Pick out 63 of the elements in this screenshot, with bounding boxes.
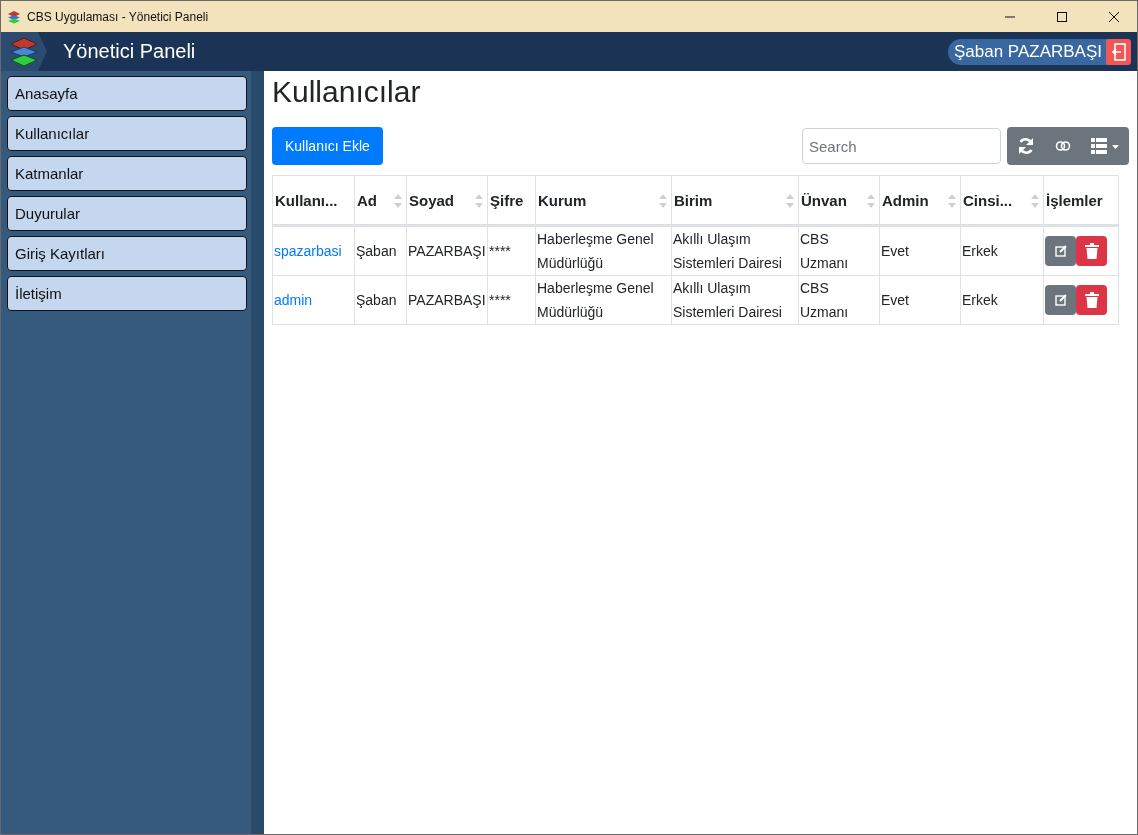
add-user-button[interactable]: Kullanıcı Ekle bbox=[272, 127, 383, 165]
table-cell: Akıllı Ulaşım Sistemleri Dairesi bbox=[671, 225, 799, 276]
table-cell: Erkek bbox=[960, 275, 1044, 325]
table-cell: Şaban bbox=[354, 225, 407, 276]
page-title: Kullanıcılar bbox=[272, 75, 422, 110]
column-header: Kullanı... bbox=[272, 175, 355, 226]
header-title: Yönetici Paneli bbox=[63, 40, 197, 63]
table-cell: **** bbox=[487, 275, 536, 325]
table-cell: CBS Uzmanı bbox=[798, 225, 880, 276]
sort-icon bbox=[867, 194, 875, 208]
refresh-icon bbox=[1017, 137, 1035, 155]
trash-icon bbox=[1084, 243, 1099, 259]
sidebar-item[interactable]: Duyurular bbox=[7, 196, 247, 231]
delete-button[interactable] bbox=[1076, 285, 1107, 315]
table-cell: PAZARBAŞI bbox=[406, 275, 488, 325]
edit-icon bbox=[1054, 294, 1067, 306]
column-header[interactable]: Kurum bbox=[535, 175, 672, 226]
username-link[interactable]: admin bbox=[274, 292, 313, 308]
toggle-icon bbox=[1055, 141, 1071, 151]
column-header[interactable]: Birim bbox=[671, 175, 799, 226]
column-header[interactable]: Admin bbox=[879, 175, 961, 226]
sidebar-item[interactable]: Katmanlar bbox=[7, 156, 247, 191]
column-header[interactable]: Cinsi... bbox=[960, 175, 1044, 226]
sort-icon bbox=[948, 194, 956, 208]
sidebar-item[interactable]: Kullanıcılar bbox=[7, 116, 247, 151]
table-cell: **** bbox=[487, 225, 536, 276]
table-cell: PAZARBAŞI bbox=[406, 225, 488, 276]
sidebar-item[interactable]: İletişim bbox=[7, 276, 247, 311]
edit-button[interactable] bbox=[1045, 236, 1076, 266]
user-name: Şaban PAZARBAŞI bbox=[953, 41, 1103, 62]
sort-icon bbox=[475, 194, 483, 208]
table-cell: Haberleşme Genel Müdürlüğü bbox=[535, 275, 672, 325]
layers-icon bbox=[9, 35, 39, 68]
sort-icon bbox=[394, 194, 402, 208]
sidebar-item[interactable]: Giriş Kayıtları bbox=[7, 236, 247, 271]
column-header[interactable]: Ünvan bbox=[798, 175, 880, 226]
sort-icon bbox=[1031, 194, 1039, 208]
column-header: Şifre bbox=[487, 175, 536, 226]
table-cell: CBS Uzmanı bbox=[798, 275, 880, 325]
logout-button[interactable] bbox=[1106, 38, 1131, 65]
table-cell: Erkek bbox=[960, 225, 1044, 276]
column-header[interactable]: Ad bbox=[354, 175, 407, 226]
sidebar-item[interactable]: Anasayfa bbox=[7, 76, 247, 111]
table-cell: Evet bbox=[879, 225, 961, 276]
table-cell: Akıllı Ulaşım Sistemleri Dairesi bbox=[671, 275, 799, 325]
column-header: İşlemler bbox=[1043, 175, 1119, 226]
sort-icon bbox=[786, 194, 794, 208]
maximize-icon bbox=[1057, 11, 1067, 22]
column-header[interactable]: Soyad bbox=[406, 175, 488, 226]
trash-icon bbox=[1084, 292, 1099, 308]
edit-icon bbox=[1054, 245, 1067, 257]
table-cell: Haberleşme Genel Müdürlüğü bbox=[535, 225, 672, 276]
window-title: CBS Uygulaması - Yönetici Paneli bbox=[27, 9, 210, 24]
sort-icon bbox=[659, 194, 667, 208]
logout-icon bbox=[1111, 42, 1126, 61]
layers-icon bbox=[7, 9, 21, 24]
edit-button[interactable] bbox=[1045, 285, 1076, 315]
close-icon bbox=[1109, 11, 1119, 22]
list-icon bbox=[1091, 138, 1119, 154]
delete-button[interactable] bbox=[1076, 236, 1107, 266]
search-field[interactable]: Search bbox=[802, 128, 1001, 164]
table-cell: Şaban bbox=[354, 275, 407, 325]
table-cell: Evet bbox=[879, 275, 961, 325]
